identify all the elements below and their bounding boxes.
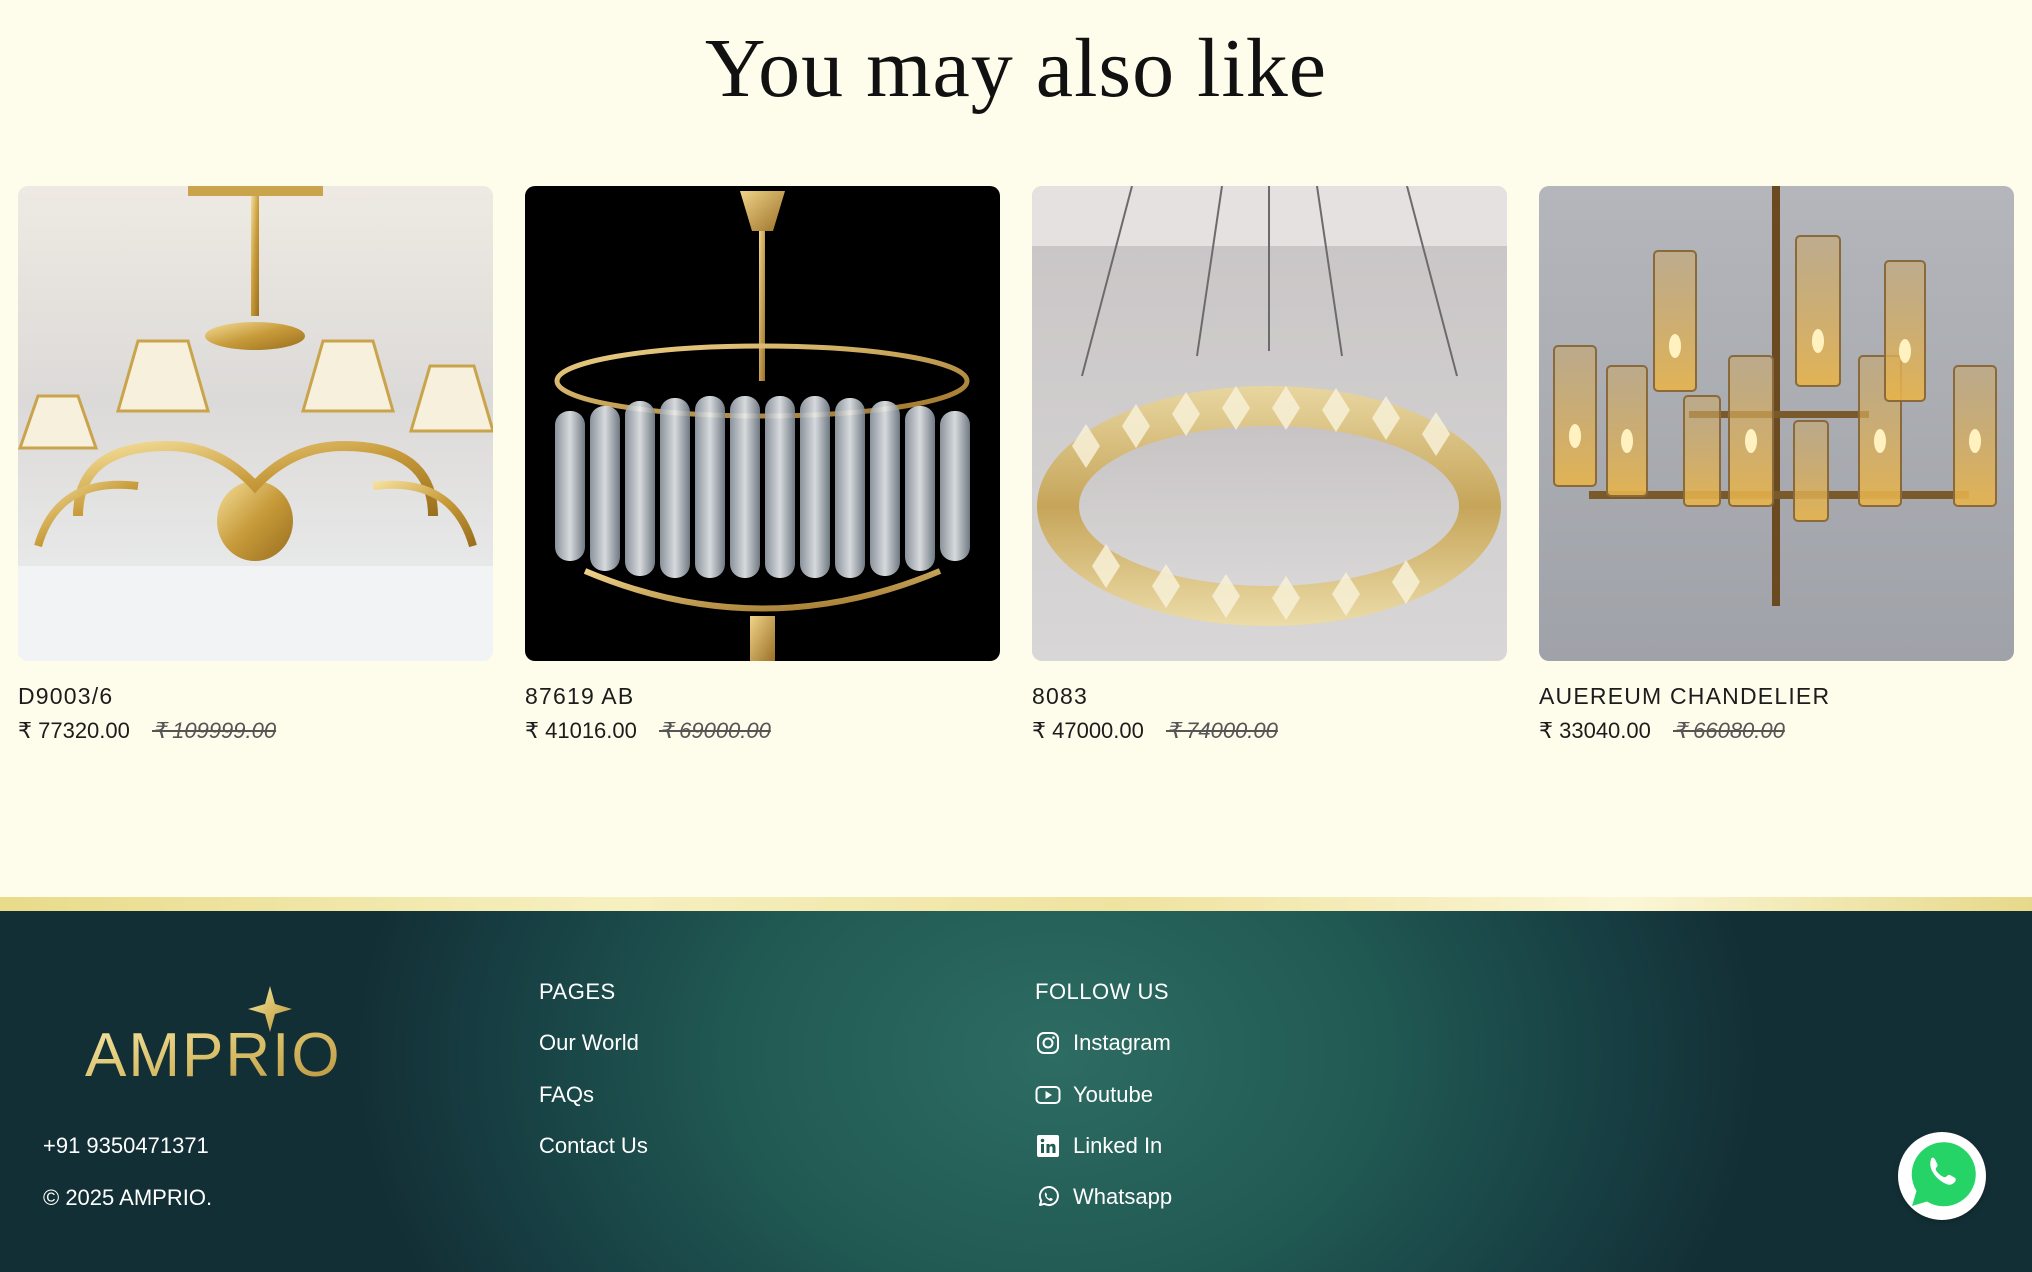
product-card-1[interactable]: D9003/6 ₹ 77320.00 ₹ 109999.00 [18,186,493,744]
product-card-4[interactable]: AUEREUM CHANDELIER ₹ 33040.00 ₹ 66080.00 [1539,186,2014,744]
section-title: You may also like [704,22,1328,115]
product-price: ₹ 33040.00 [1539,718,1651,743]
product-name[interactable]: D9003/6 [18,683,493,710]
svg-text:AMPRIO: AMPRIO [85,1021,340,1086]
product-price: ₹ 47000.00 [1032,718,1144,743]
footer-link-contact-us[interactable]: Contact Us [539,1133,648,1159]
social-link-linkedin[interactable]: Linked In [1035,1133,1162,1159]
product-prices: ₹ 41016.00 ₹ 69000.00 [525,718,1000,744]
social-label: Youtube [1073,1082,1153,1107]
product-prices: ₹ 47000.00 ₹ 74000.00 [1032,718,1507,744]
footer-phone[interactable]: +91 9350471371 [43,1133,209,1159]
whatsapp-icon [1035,1184,1061,1210]
product-prices: ₹ 33040.00 ₹ 66080.00 [1539,718,2014,744]
product-image[interactable] [18,186,493,661]
product-name[interactable]: 87619 AB [525,683,1000,710]
product-card-3[interactable]: 8083 ₹ 47000.00 ₹ 74000.00 [1032,186,1507,744]
product-compare-price: ₹ 66080.00 [1673,718,1785,743]
footer-link-our-world[interactable]: Our World [539,1030,639,1056]
whatsapp-chat-button[interactable] [1898,1132,1986,1220]
instagram-icon [1035,1030,1061,1056]
footer-divider [0,897,2032,911]
footer-copyright: © 2025 AMPRIO. [43,1185,213,1210]
footer-link-faqs[interactable]: FAQs [539,1082,594,1108]
product-prices: ₹ 77320.00 ₹ 109999.00 [18,718,493,744]
social-link-instagram[interactable]: Instagram [1035,1030,1171,1056]
product-image[interactable] [1539,186,2014,661]
social-link-whatsapp[interactable]: Whatsapp [1035,1184,1172,1210]
product-image[interactable] [525,186,1000,661]
product-compare-price: ₹ 69000.00 [659,718,771,743]
follow-heading: FOLLOW US [1035,979,1170,1004]
product-compare-price: ₹ 109999.00 [152,718,277,743]
social-label: Whatsapp [1073,1184,1173,1209]
social-label: Instagram [1073,1030,1171,1055]
site-footer: AMPRIO +91 9350471371 © 2025 AMPRIO. PAG… [0,911,2032,1272]
product-price: ₹ 41016.00 [525,718,637,743]
social-label: Linked In [1073,1133,1163,1158]
pages-heading: PAGES [539,979,616,1004]
social-link-youtube[interactable]: Youtube [1035,1082,1153,1108]
product-card-2[interactable]: 87619 AB ₹ 41016.00 ₹ 69000.00 [525,186,1000,744]
linkedin-icon [1035,1133,1061,1159]
product-name[interactable]: 8083 [1032,683,1507,710]
product-compare-price: ₹ 74000.00 [1166,718,1278,743]
product-price: ₹ 77320.00 [18,718,130,743]
product-image[interactable] [1032,186,1507,661]
youtube-icon [1035,1082,1061,1108]
brand-logo[interactable]: AMPRIO [80,986,340,1091]
product-name[interactable]: AUEREUM CHANDELIER [1539,683,2014,710]
whatsapp-icon [1902,1134,1982,1219]
